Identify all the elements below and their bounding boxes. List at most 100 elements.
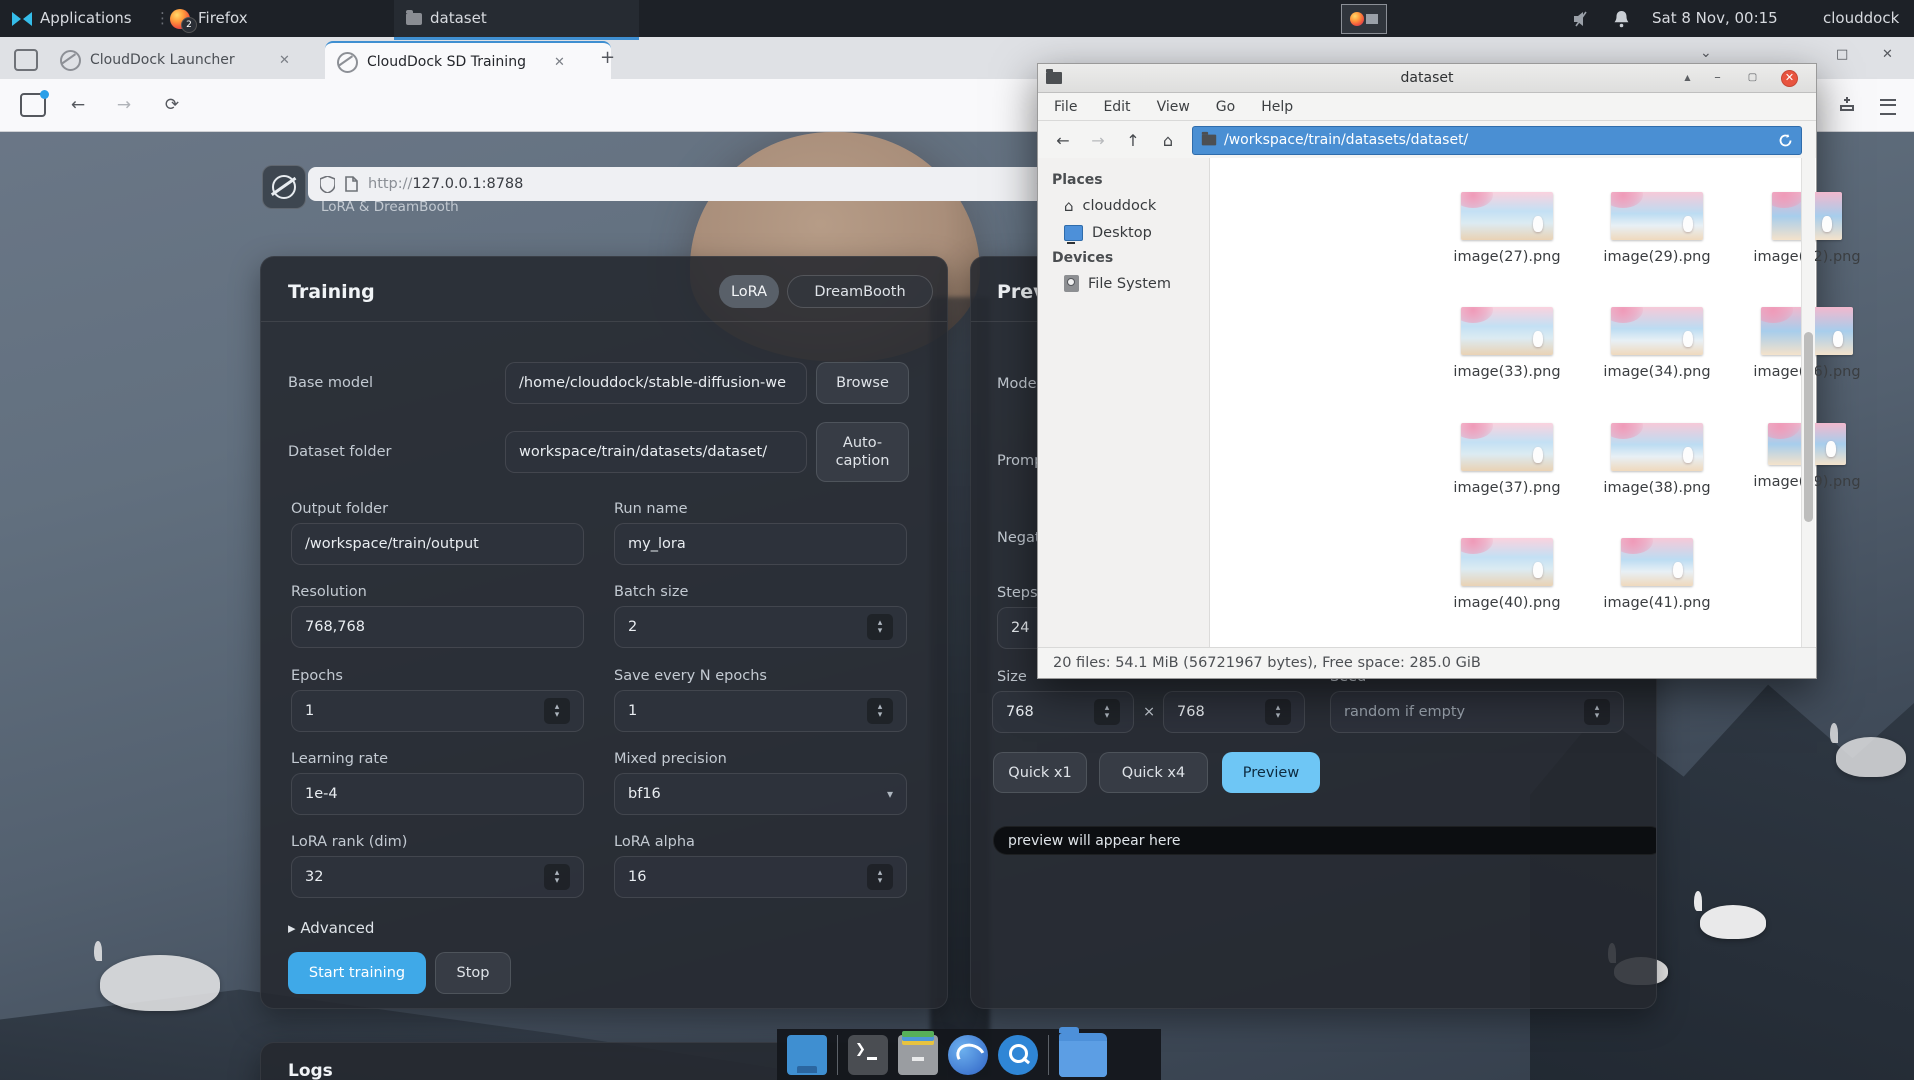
stepper-arrows[interactable]: ▴▾	[1584, 699, 1610, 725]
user-menu[interactable]: clouddock	[1823, 0, 1899, 37]
output-folder-input[interactable]: /workspace/train/output	[291, 523, 584, 565]
scrollbar-thumb[interactable]	[1804, 332, 1813, 522]
workspace-pager[interactable]	[1341, 0, 1387, 37]
mode-lora-button[interactable]: LoRA	[719, 275, 779, 308]
epochs-stepper[interactable]: 1 ▴▾	[291, 690, 584, 732]
stepper-arrows[interactable]: ▴▾	[867, 864, 893, 890]
menu-view[interactable]: View	[1157, 99, 1190, 115]
preview-button[interactable]: Preview	[1222, 752, 1320, 793]
learning-rate-input[interactable]: 1e-4	[291, 773, 584, 815]
menu-hamburger-icon[interactable]	[1880, 99, 1896, 115]
file-manager-icon[interactable]	[1059, 1033, 1107, 1077]
minimize-button[interactable]: –	[1709, 70, 1726, 87]
run-name-input[interactable]: my_lora	[614, 523, 907, 565]
menu-go[interactable]: Go	[1216, 99, 1235, 115]
list-all-tabs-icon[interactable]: ⌄	[1700, 45, 1712, 61]
terminal-icon[interactable]	[848, 1035, 888, 1075]
volume-muted-icon[interactable]	[1572, 0, 1592, 37]
base-model-input[interactable]: /home/clouddock/stable-diffusion-we	[505, 362, 807, 404]
menu-help[interactable]: Help	[1261, 99, 1293, 115]
file-item[interactable]: image(34).png	[1582, 307, 1732, 380]
lora-rank-label: LoRA rank (dim)	[291, 834, 407, 850]
maximize-button[interactable]: ▢	[1744, 70, 1761, 87]
up-button[interactable]: ↑	[1122, 131, 1144, 150]
status-bar: 20 files: 54.1 MiB (56721967 bytes), Fre…	[1038, 647, 1816, 678]
file-item[interactable]: image(40).png	[1432, 538, 1582, 611]
stop-button[interactable]: Stop	[435, 952, 511, 994]
taskbar-window-dataset[interactable]: dataset	[394, 0, 639, 40]
shade-button[interactable]: ▲	[1679, 70, 1696, 87]
image-thumbnail	[1611, 423, 1703, 471]
file-item[interactable]: image(41).png	[1582, 538, 1732, 611]
firefox-view-icon[interactable]	[20, 93, 46, 117]
start-training-button[interactable]: Start training	[288, 952, 426, 994]
firefox-launcher[interactable]: 2 Firefox	[170, 0, 248, 37]
batch-size-stepper[interactable]: 2 ▴▾	[614, 606, 907, 648]
seed-input[interactable]: random if empty ▴▾	[1330, 691, 1624, 733]
advanced-disclosure[interactable]: ▸ Advanced	[288, 919, 374, 937]
new-tab-button[interactable]: +	[600, 47, 615, 68]
image-thumbnail	[1461, 423, 1553, 471]
stepper-arrows[interactable]: ▴▾	[544, 698, 570, 724]
file-cabinet-icon[interactable]	[898, 1035, 938, 1075]
size-height-stepper[interactable]: 768 ▴▾	[1163, 691, 1305, 733]
close-button[interactable]: ✕	[1781, 70, 1798, 87]
forward-button[interactable]: →	[110, 91, 138, 119]
lora-alpha-stepper[interactable]: 16 ▴▾	[614, 856, 907, 898]
save-every-stepper[interactable]: 1 ▴▾	[614, 690, 907, 732]
back-button[interactable]: ←	[1052, 131, 1074, 150]
wallpaper-swan	[1700, 905, 1766, 939]
shield-icon[interactable]	[320, 176, 335, 193]
mixed-precision-select[interactable]: bf16 ▾	[614, 773, 907, 815]
file-item[interactable]: image(33).png	[1432, 307, 1582, 380]
app-finder-icon[interactable]	[998, 1035, 1038, 1075]
forward-button[interactable]: →	[1087, 131, 1109, 150]
file-manager-titlebar[interactable]: dataset ▲ – ▢ ✕	[1038, 64, 1816, 93]
sidebar-item-home[interactable]: ⌂ clouddock	[1038, 192, 1209, 220]
clock[interactable]: Sat 8 Nov, 00:15	[1652, 0, 1778, 37]
stepper-arrows[interactable]: ▴▾	[1265, 699, 1291, 725]
applications-menu[interactable]: Applications	[12, 0, 132, 37]
image-thumbnail	[1621, 538, 1693, 586]
home-button[interactable]: ⌂	[1157, 131, 1179, 150]
stepper-arrows[interactable]: ▴▾	[544, 864, 570, 890]
reload-button[interactable]: ⟳	[158, 91, 186, 119]
stepper-arrows[interactable]: ▴▾	[867, 698, 893, 724]
lora-rank-stepper[interactable]: 32 ▴▾	[291, 856, 584, 898]
file-item[interactable]: image(38).png	[1582, 423, 1732, 496]
size-width-stepper[interactable]: 768 ▴▾	[992, 691, 1134, 733]
tab-close-icon[interactable]: ✕	[552, 55, 567, 70]
show-desktop-icon[interactable]	[787, 1035, 827, 1075]
stepper-arrows[interactable]: ▴▾	[1094, 699, 1120, 725]
back-button[interactable]: ←	[64, 91, 92, 119]
window-maximize-button[interactable]: □	[1836, 47, 1848, 62]
resolution-input[interactable]: 768,768	[291, 606, 584, 648]
window-close-button[interactable]: ✕	[1882, 47, 1893, 62]
sidebar-item-desktop[interactable]: Desktop	[1038, 220, 1209, 246]
page-info-icon[interactable]	[345, 176, 358, 192]
dataset-folder-input[interactable]: workspace/train/datasets/dataset/	[505, 431, 807, 473]
menu-file[interactable]: File	[1054, 99, 1077, 115]
browse-button[interactable]: Browse	[816, 362, 909, 404]
quick-x1-button[interactable]: Quick x1	[993, 752, 1087, 793]
stepper-arrows[interactable]: ▴▾	[867, 614, 893, 640]
tab-close-icon[interactable]: ✕	[277, 53, 292, 68]
auto-caption-button[interactable]: Auto-caption	[816, 422, 909, 482]
tab-clouddock-sd-training[interactable]: CloudDock SD Training ✕	[325, 41, 611, 81]
file-item[interactable]: image(37).png	[1432, 423, 1582, 496]
web-browser-icon[interactable]	[948, 1035, 988, 1075]
reload-icon[interactable]	[1778, 133, 1793, 148]
quick-x4-button[interactable]: Quick x4	[1099, 752, 1208, 793]
notifications-bell-icon[interactable]	[1613, 0, 1630, 37]
sidebar-item-filesystem[interactable]: File System	[1038, 270, 1209, 297]
extensions-icon[interactable]	[1838, 95, 1856, 113]
url-bar[interactable]: http://127.0.0.1:8788 ☆	[308, 167, 1062, 201]
scrollbar[interactable]	[1801, 158, 1815, 648]
menu-edit[interactable]: Edit	[1103, 99, 1130, 115]
path-entry[interactable]: /workspace/train/datasets/dataset/	[1192, 126, 1802, 155]
tab-overview-icon[interactable]	[14, 49, 38, 71]
mode-dreambooth-button[interactable]: DreamBooth	[787, 275, 933, 308]
file-item[interactable]: image(27).png	[1432, 192, 1582, 265]
file-item[interactable]: image(29).png	[1582, 192, 1732, 265]
tab-clouddock-launcher[interactable]: CloudDock Launcher ✕	[48, 41, 336, 79]
